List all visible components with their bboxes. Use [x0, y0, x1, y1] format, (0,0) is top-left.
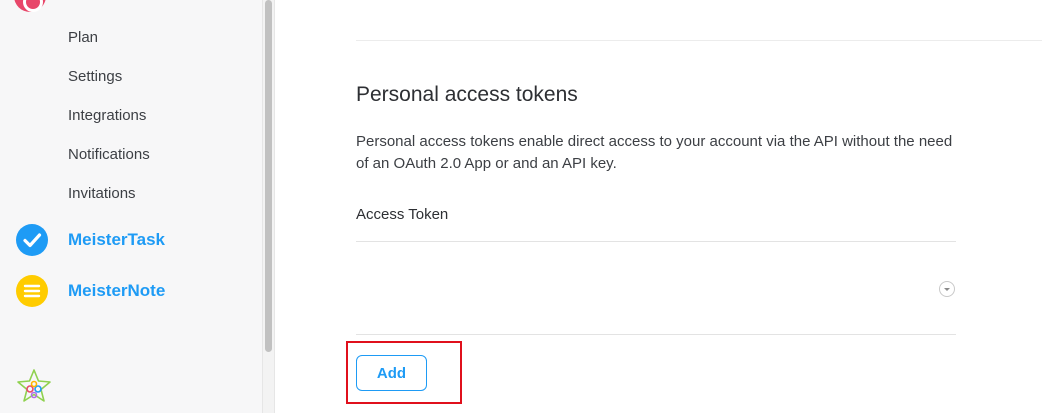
checkmark-icon — [16, 224, 48, 256]
column-header-access-token: Access Token — [356, 206, 449, 223]
sidebar-item-plan[interactable]: Plan — [68, 29, 98, 46]
row-options-icon[interactable] — [939, 281, 955, 297]
meister-star-logo-icon — [14, 367, 54, 407]
lines-icon — [16, 275, 48, 307]
mindmeister-icon[interactable] — [14, 0, 46, 12]
app-link-meistertask[interactable]: MeisterTask — [16, 224, 165, 256]
section-divider — [356, 40, 1042, 41]
table-divider — [356, 334, 956, 335]
page-title: Personal access tokens — [356, 83, 578, 106]
sidebar-item-integrations[interactable]: Integrations — [68, 107, 146, 124]
app-link-meisternote[interactable]: MeisterNote — [16, 275, 165, 307]
app-label-meistertask: MeisterTask — [68, 230, 166, 249]
add-token-button[interactable]: Add — [356, 355, 427, 391]
sidebar-item-notifications[interactable]: Notifications — [68, 146, 150, 163]
sidebar: Plan Settings Integrations Notifications… — [0, 0, 262, 413]
table-divider — [356, 241, 956, 242]
section-description: Personal access tokens enable direct acc… — [356, 133, 953, 172]
sidebar-item-settings[interactable]: Settings — [68, 68, 122, 85]
app-label-meisternote: MeisterNote — [68, 281, 166, 300]
sidebar-item-invitations[interactable]: Invitations — [68, 185, 136, 202]
sidebar-scrollbar-thumb[interactable] — [265, 0, 272, 352]
